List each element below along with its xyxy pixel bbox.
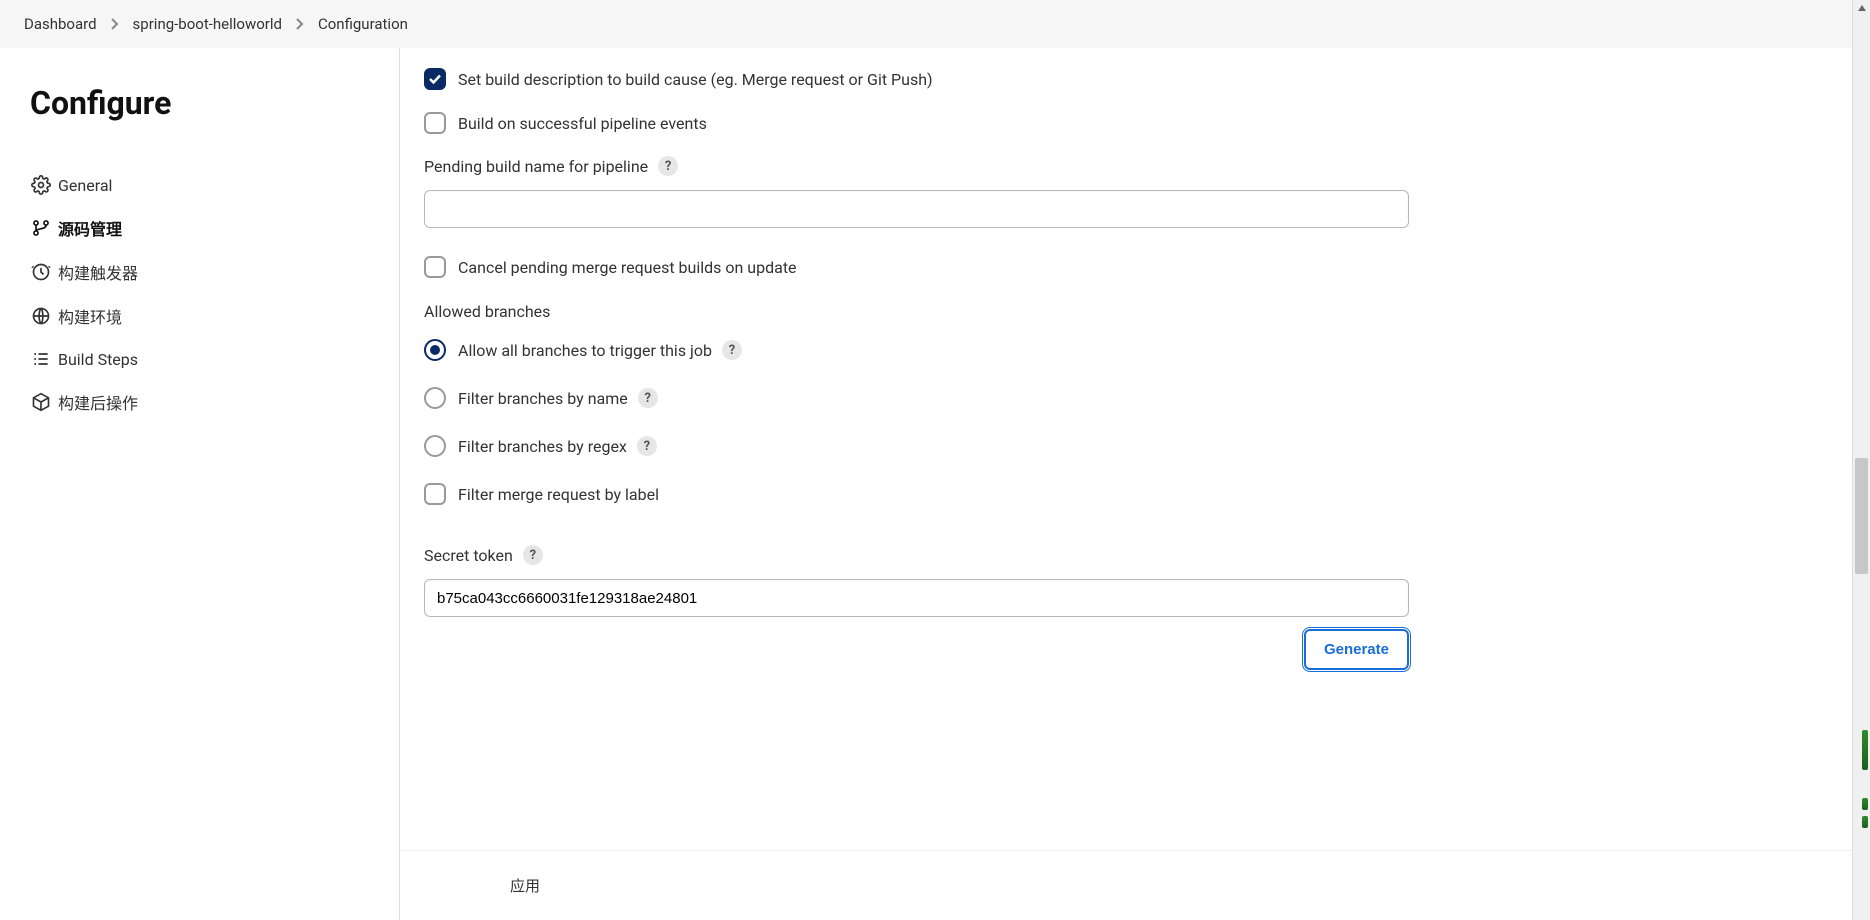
field-label-secret-token: Secret token (424, 546, 513, 565)
sidebar-item-label: 构建环境 (58, 304, 122, 328)
allowed-branches-label: Allowed branches (424, 302, 1730, 321)
scroll-up-icon[interactable] (1853, 0, 1870, 16)
breadcrumb: Dashboard spring-boot-helloworld Configu… (0, 0, 1870, 48)
help-icon[interactable]: ? (658, 156, 678, 176)
steps-icon (30, 348, 52, 370)
branch-icon (30, 217, 52, 239)
checkbox-pipeline-events[interactable] (424, 112, 446, 134)
help-icon[interactable]: ? (722, 340, 742, 360)
apply-button[interactable]: 应用 (510, 875, 540, 896)
checkbox-label: Filter merge request by label (458, 485, 659, 504)
radio-filter-regex[interactable] (424, 435, 446, 457)
chevron-right-icon (296, 18, 304, 30)
package-icon (30, 391, 52, 413)
sidebar-item-postbuild[interactable]: 构建后操作 (30, 380, 399, 424)
radio-label: Filter branches by name (458, 389, 628, 408)
checkbox-set-build-description[interactable] (424, 68, 446, 90)
sidebar-item-label: 构建后操作 (58, 390, 138, 414)
breadcrumb-dashboard[interactable]: Dashboard (24, 15, 97, 33)
field-label-pending-build: Pending build name for pipeline (424, 157, 648, 176)
checkbox-label: Build on successful pipeline events (458, 114, 707, 133)
sidebar-item-buildsteps[interactable]: Build Steps (30, 338, 399, 380)
checkbox-label: Set build description to build cause (eg… (458, 70, 933, 89)
help-icon[interactable]: ? (637, 436, 657, 456)
clock-icon (30, 261, 52, 283)
chevron-right-icon (111, 18, 119, 30)
checkbox-label: Cancel pending merge request builds on u… (458, 258, 797, 277)
help-icon[interactable]: ? (523, 545, 543, 565)
globe-icon (30, 305, 52, 327)
footer-bar: 应用 (400, 850, 1870, 920)
radio-label: Allow all branches to trigger this job (458, 341, 712, 360)
gear-icon (30, 174, 52, 196)
checkbox-cancel-pending[interactable] (424, 256, 446, 278)
sidebar-item-label: Build Steps (58, 350, 138, 369)
activity-indicator-icon (1862, 798, 1868, 810)
sidebar-item-env[interactable]: 构建环境 (30, 294, 399, 338)
secret-token-input[interactable] (424, 579, 1409, 617)
sidebar-item-triggers[interactable]: 构建触发器 (30, 250, 399, 294)
main-content: Set build description to build cause (eg… (400, 48, 1870, 920)
radio-label: Filter branches by regex (458, 437, 627, 456)
sidebar-item-source[interactable]: 源码管理 (30, 206, 399, 250)
generate-button[interactable]: Generate (1304, 629, 1409, 670)
help-icon[interactable]: ? (638, 388, 658, 408)
breadcrumb-configuration[interactable]: Configuration (318, 15, 408, 33)
sidebar-item-label: General (58, 176, 112, 195)
scrollbar-thumb[interactable] (1855, 458, 1868, 574)
radio-allow-all[interactable] (424, 339, 446, 361)
radio-filter-name[interactable] (424, 387, 446, 409)
activity-indicator-icon (1862, 816, 1868, 828)
sidebar-item-label: 源码管理 (58, 216, 122, 240)
activity-indicator-icon (1862, 730, 1868, 770)
checkbox-filter-merge-label[interactable] (424, 483, 446, 505)
scrollbar-track[interactable] (1852, 0, 1870, 920)
sidebar: Configure General 源码管理 构建触发器 (0, 48, 400, 920)
sidebar-item-label: 构建触发器 (58, 260, 138, 284)
sidebar-item-general[interactable]: General (30, 164, 399, 206)
pending-build-name-input[interactable] (424, 190, 1409, 228)
page-title: Configure (30, 84, 399, 122)
breadcrumb-project[interactable]: spring-boot-helloworld (133, 15, 282, 33)
